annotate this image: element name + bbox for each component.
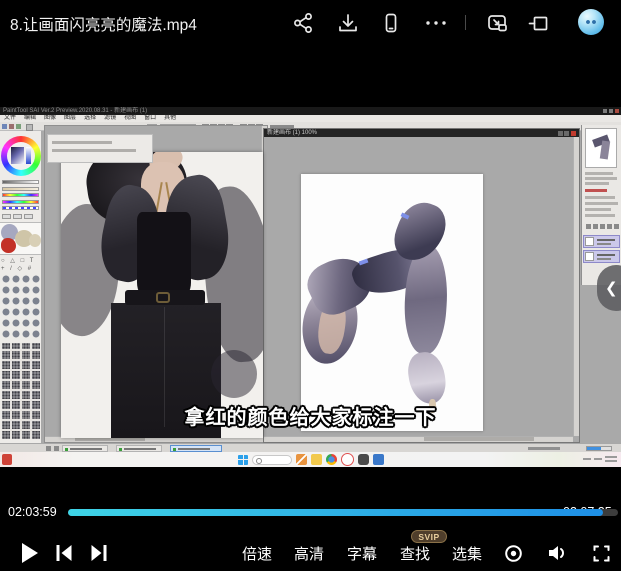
brush-grid	[1, 274, 41, 340]
app-icon	[373, 454, 384, 465]
color-wheel	[1, 136, 41, 176]
app-icon	[358, 454, 369, 465]
more-icon[interactable]	[422, 12, 450, 34]
status-progress	[586, 446, 612, 451]
layer-row	[583, 250, 620, 263]
sai-menubar: 文件编辑 图像图层 选择滤镜 视图窗口 其他	[0, 115, 621, 122]
fullscreen-icon[interactable]	[591, 535, 611, 571]
sai-window-titlebar: PaintTool SAI Ver.2 Preview.2020.08.31 -…	[0, 107, 621, 115]
canvas2-titlebar: 新建画布 (1) 100%	[264, 129, 579, 137]
layer-row-selected	[583, 235, 620, 248]
navigator-thumbnail	[585, 128, 617, 168]
taskbar-app-icon	[2, 454, 12, 465]
painting-canvas	[301, 174, 483, 431]
svip-badge: SVIP	[411, 530, 447, 543]
windows-taskbar	[0, 452, 621, 467]
color-sliders	[2, 180, 39, 213]
layer-mode-label	[585, 189, 607, 192]
reference-photo	[61, 152, 263, 438]
taskbar-tab	[62, 445, 108, 452]
screenshot-pip-icon[interactable]	[486, 12, 508, 34]
sai-color-tool-panel: ○ △ □ T + / ◇ #	[0, 131, 42, 445]
download-icon[interactable]	[337, 12, 359, 34]
video-title: 8.让画面闪亮亮的魔法.mp4	[10, 13, 197, 35]
recording-app-icon	[341, 453, 354, 466]
progress-bar[interactable]	[68, 509, 618, 516]
sai-canvas-painting: 新建画布 (1) 100%	[263, 128, 580, 443]
tool-icons: ○ △ □ T + / ◇ #	[1, 257, 41, 273]
share-icon[interactable]	[292, 12, 314, 34]
taskbar-search	[252, 455, 292, 465]
photo-cuff	[211, 350, 257, 398]
dock-window-icon[interactable]	[527, 12, 549, 34]
canvas2-hscrollbar	[264, 436, 573, 442]
audio-mode-icon[interactable]	[502, 535, 524, 571]
subtitle-text: 拿红的颜色给大家标注一下	[0, 401, 621, 430]
taskbar-tab-active	[170, 445, 222, 452]
video-frame[interactable]: PaintTool SAI Ver.2 Preview.2020.08.31 -…	[0, 107, 621, 467]
user-avatar[interactable]	[578, 9, 604, 35]
floating-toolbar	[47, 134, 153, 163]
canvas2-close-button	[571, 131, 576, 136]
next-episode-button[interactable]	[88, 535, 110, 571]
chevron-left-icon: ❮	[605, 279, 618, 297]
phone-mirror-icon[interactable]	[380, 12, 402, 34]
progress-fill	[68, 509, 603, 516]
sai-canvas-reference	[44, 125, 268, 443]
photo-belt-buckle	[156, 292, 170, 303]
scratch-beige-2	[29, 234, 41, 247]
windows-start-icon	[238, 455, 248, 465]
painting-cuff	[406, 350, 449, 407]
taskbar-tab	[116, 445, 162, 452]
play-button[interactable]	[17, 535, 41, 571]
photo-vest	[137, 212, 191, 298]
side-panel-handle[interactable]: ❮	[597, 265, 621, 311]
pen-app-icon	[296, 454, 307, 465]
episodes-button[interactable]: 选集	[450, 535, 484, 571]
current-time: 02:03:59	[8, 505, 57, 519]
topbar-divider	[465, 15, 466, 30]
subtitles-button[interactable]: 字幕	[345, 535, 379, 571]
video-player: 8.让画面闪亮亮的魔法.mp4 PaintTool SAI Ver.2 Prev…	[0, 0, 621, 571]
previous-episode-button[interactable]	[53, 535, 75, 571]
folder-icon	[311, 454, 322, 465]
sai-close-button	[615, 109, 619, 113]
playback-speed-button[interactable]: 倍速	[240, 535, 274, 571]
volume-icon[interactable]	[545, 535, 569, 571]
control-bar: 倍速 高清 字幕 查找 选集	[0, 535, 621, 571]
system-tray	[583, 456, 617, 463]
sai-layers-panel	[581, 125, 621, 285]
canvas2-vscrollbar	[573, 137, 579, 436]
color-scratchpad	[0, 222, 41, 255]
scratch-red	[1, 238, 16, 253]
quality-button[interactable]: 高清	[292, 535, 326, 571]
browser-icon	[326, 454, 337, 465]
sai-statusbar	[0, 443, 621, 452]
